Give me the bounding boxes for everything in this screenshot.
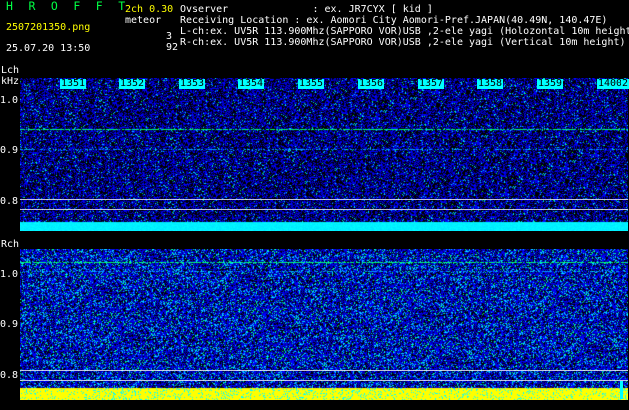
meteor-count-lch: 3 — [166, 31, 173, 42]
time-mark-1351: 1351 — [60, 78, 87, 89]
time-mark-1359: 1359 — [537, 78, 564, 89]
meteor-label: meteor — [125, 15, 162, 26]
lch-ref-line-lower — [20, 209, 628, 210]
time-mark-1400: 1400 — [597, 78, 624, 89]
rch-tick-1-0: 1.0 — [0, 269, 19, 280]
time-mark-1356: 1356 — [358, 78, 385, 89]
rch-spectrogram-canvas — [20, 249, 628, 400]
time-mark-1352: 1352 — [119, 78, 146, 89]
rch-label: Rch — [1, 239, 20, 250]
time-mark-1353: 1353 — [179, 78, 206, 89]
app-title: H R O F F T — [6, 0, 130, 13]
lch-tick-1-0: 1.0 — [0, 95, 19, 106]
observer-line: Ovserver : ex. JR7CYX [ kid ] — [180, 4, 433, 15]
lch-tick-0-9: 0.9 — [0, 145, 19, 156]
file-name: 2507201350.png — [6, 22, 91, 33]
rch-ref-line-lower — [20, 380, 628, 381]
lch-config-line: L-ch:ex. UV5R 113.900Mhz(SAPPORO VOR)USB… — [180, 26, 629, 37]
lch-label: Lch — [1, 65, 20, 76]
time-mark-1355: 1355 — [298, 78, 325, 89]
lch-ref-line-0-8 — [20, 199, 628, 200]
rch-tick-0-9: 0.9 — [0, 319, 19, 330]
rch-ref-line-0-8 — [20, 370, 628, 371]
time-mark-next: 2 — [621, 78, 629, 89]
datetime: 25.07.20 13:50 — [6, 43, 91, 54]
time-mark-1357: 1357 — [418, 78, 445, 89]
rch-config-line: R-ch:ex. UV5R 113.900Mhz(SAPPORO VOR)USB… — [180, 37, 626, 48]
lch-unit-label: kHz — [1, 76, 20, 87]
rch-tick-0-8: 0.8 — [0, 370, 19, 381]
rch-waterfall[interactable] — [20, 249, 628, 400]
lch-tick-0-8: 0.8 — [0, 196, 19, 207]
time-cursor-marker — [620, 381, 623, 399]
version-label: 2ch 0.30 — [125, 4, 174, 15]
time-mark-1354: 1354 — [238, 78, 265, 89]
meteor-count-rch: 92 — [166, 42, 179, 53]
station-info: Ovserver : ex. JR7CYX [ kid ] Receiving … — [180, 4, 629, 52]
location-line: Receiving Location : ex. Aomori City Aom… — [180, 15, 608, 26]
time-mark-1358: 1358 — [477, 78, 504, 89]
